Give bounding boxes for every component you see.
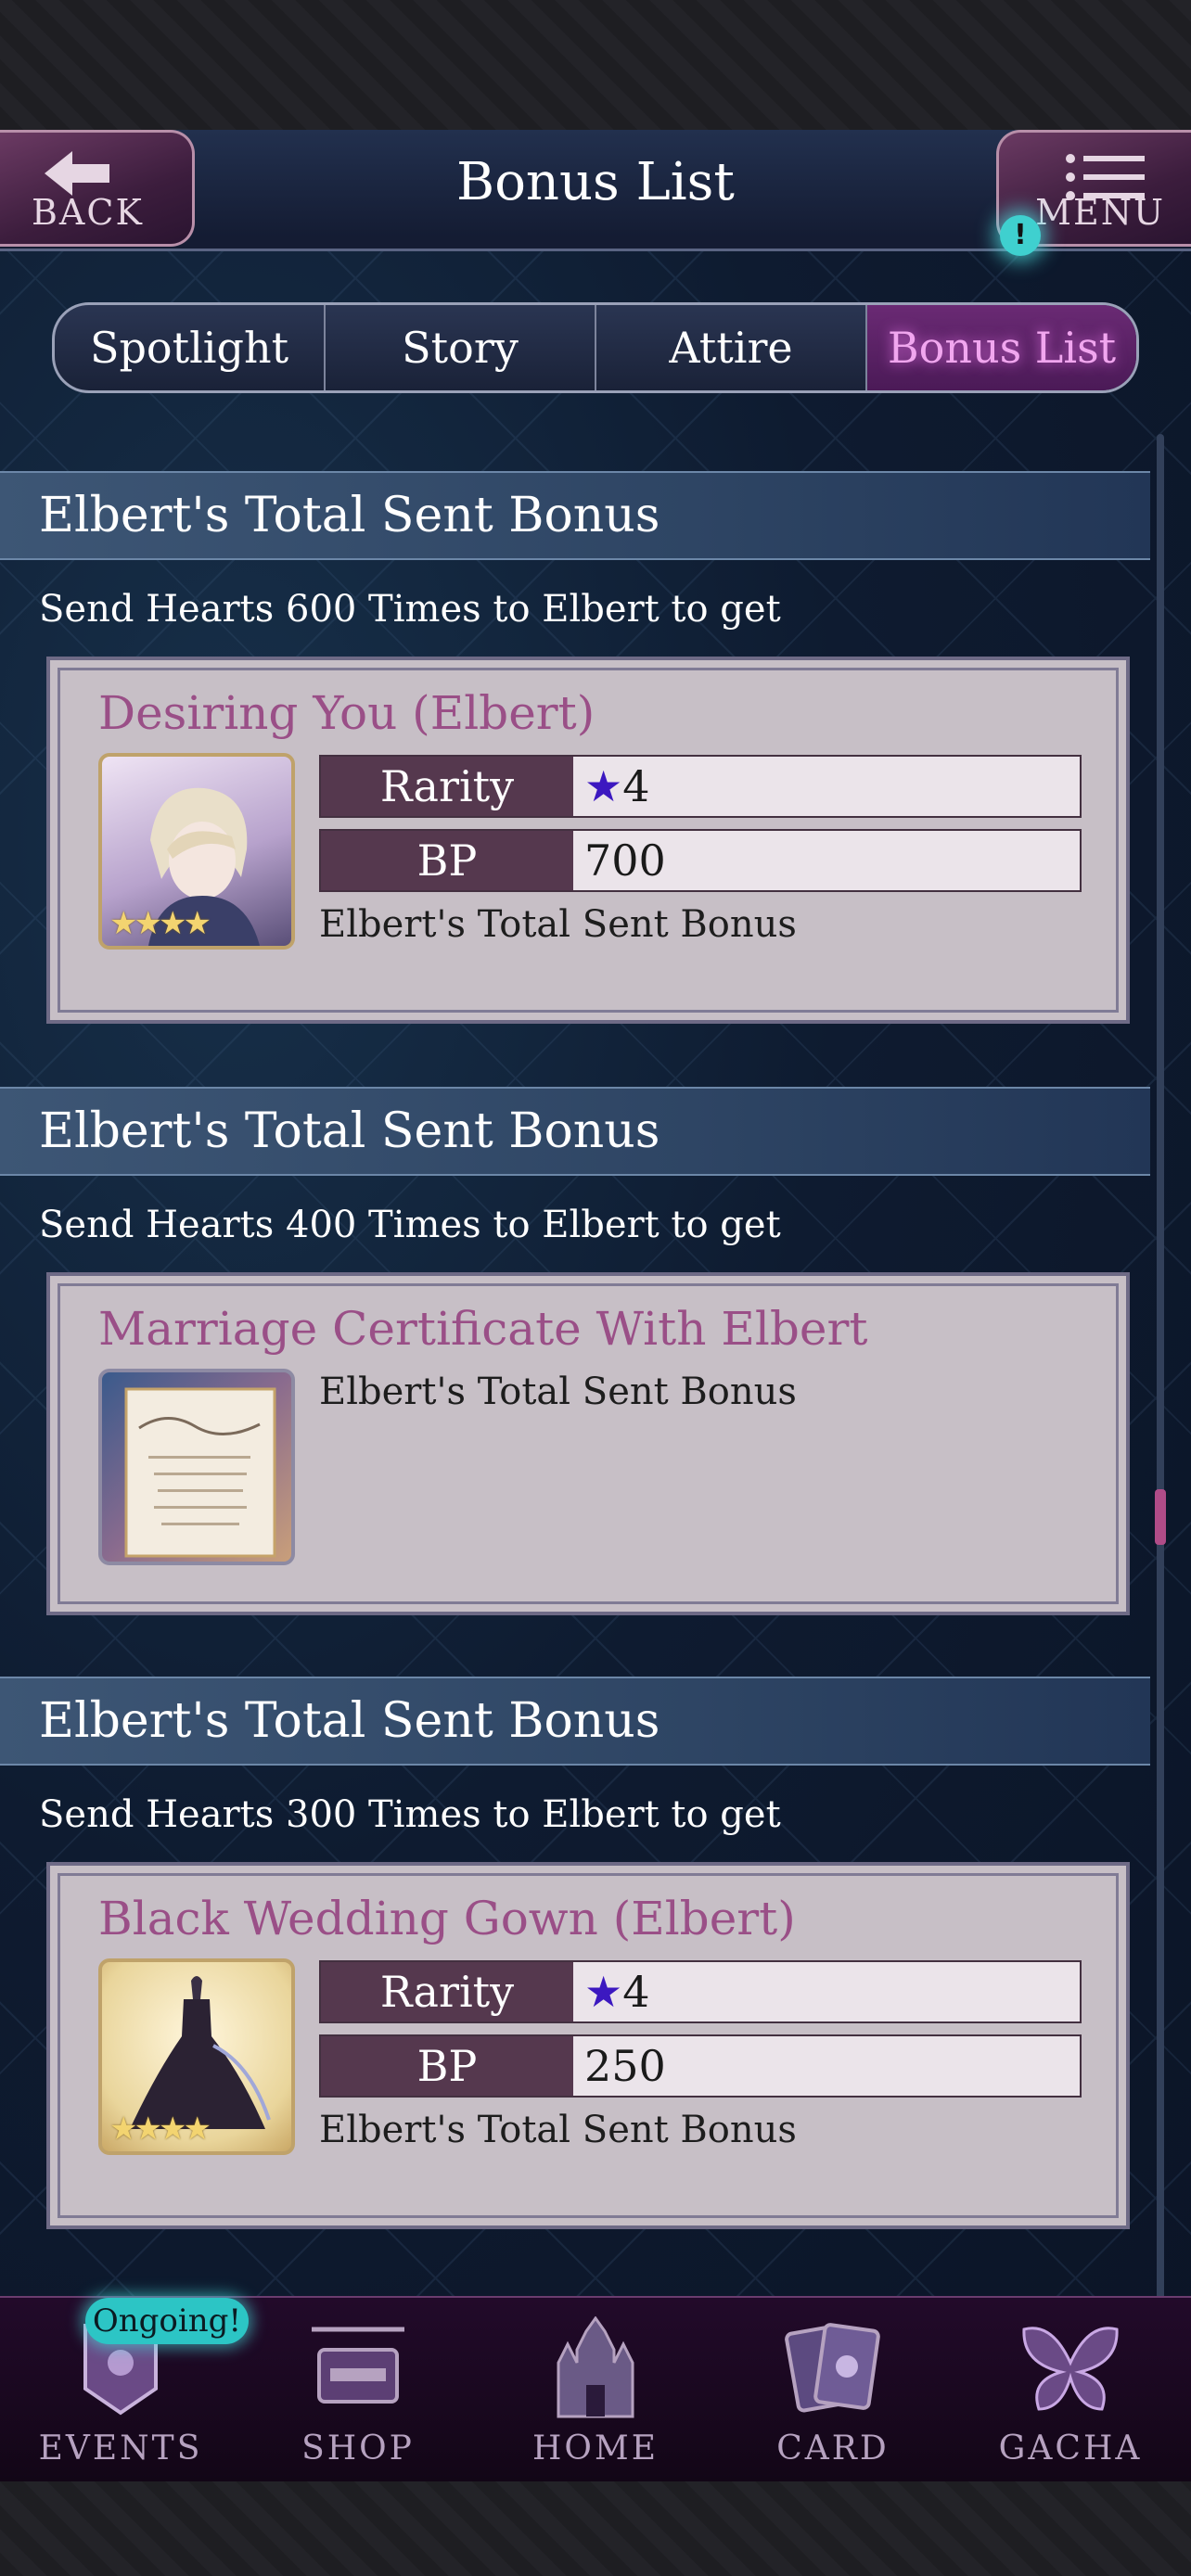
bp-label: BP (321, 2036, 573, 2096)
section-subtitle: Send Hearts 400 Times to Elbert to get (39, 1204, 781, 1246)
menu-notification-badge: ! (1000, 215, 1041, 256)
bonus-description: Elbert's Total Sent Bonus (319, 2109, 797, 2151)
section-header: Elbert's Total Sent Bonus (0, 471, 1150, 560)
rarity-value: ★4 (573, 757, 1080, 816)
section-subtitle: Send Hearts 300 Times to Elbert to get (39, 1793, 781, 1836)
reward-name: Black Wedding Gown (Elbert) (98, 1892, 796, 1945)
card-icon (785, 2323, 880, 2413)
section-title: Elbert's Total Sent Bonus (39, 488, 660, 543)
rarity-row: Rarity ★4 (319, 1960, 1082, 2023)
tab-story[interactable]: Story (326, 305, 596, 390)
menu-label: MENU (1035, 192, 1165, 233)
reward-card-image: ★★★★ (98, 1958, 295, 2155)
rarity-label: Rarity (321, 1962, 573, 2021)
castle-icon (557, 2316, 634, 2418)
rarity-label: Rarity (321, 757, 573, 816)
certificate-illustration (124, 1387, 276, 1558)
reward-item-image (98, 1369, 295, 1565)
status-bar-area (0, 0, 1191, 130)
tab-spotlight[interactable]: Spotlight (55, 305, 326, 390)
bp-value: 250 (573, 2036, 1080, 2096)
section-header: Elbert's Total Sent Bonus (0, 1677, 1150, 1766)
scrollbar-thumb[interactable] (1155, 1489, 1166, 1545)
bp-value: 700 (573, 831, 1080, 890)
nav-gacha[interactable]: GACHA (952, 2298, 1189, 2481)
section-subtitle: Send Hearts 600 Times to Elbert to get (39, 588, 781, 631)
nav-shop[interactable]: SHOP (239, 2298, 477, 2481)
rarity-star-icon: ★ (584, 761, 623, 811)
section-title: Elbert's Total Sent Bonus (39, 1103, 660, 1159)
bp-row: BP 700 (319, 829, 1082, 892)
nav-card[interactable]: CARD (714, 2298, 952, 2481)
rarity-stars: ★★★★ (109, 905, 211, 942)
ongoing-badge: Ongoing! (85, 2298, 249, 2344)
reward-card[interactable]: Black Wedding Gown (Elbert) ★★★★ Rarity … (46, 1862, 1130, 2229)
butterfly-icon (1022, 2327, 1119, 2411)
rarity-value: ★4 (573, 1962, 1080, 2021)
rarity-stars: ★★★★ (109, 2111, 211, 2148)
tab-bonus-list[interactable]: Bonus List (867, 305, 1136, 390)
scrollbar[interactable] (1157, 434, 1164, 2398)
reward-name: Marriage Certificate With Elbert (98, 1302, 868, 1356)
bonus-description: Elbert's Total Sent Bonus (319, 1371, 797, 1413)
nav-home[interactable]: HOME (477, 2298, 714, 2481)
bp-label: BP (321, 831, 573, 890)
section-title: Elbert's Total Sent Bonus (39, 1693, 660, 1749)
section-header: Elbert's Total Sent Bonus (0, 1087, 1150, 1176)
reward-name: Desiring You (Elbert) (98, 686, 596, 740)
reward-card[interactable]: Marriage Certificate With Elbert Elbert'… (46, 1272, 1130, 1615)
shop-icon (312, 2327, 404, 2404)
tab-bar: Spotlight Story Attire Bonus List (52, 302, 1139, 393)
rarity-row: Rarity ★4 (319, 755, 1082, 818)
home-indicator-area (0, 2481, 1191, 2576)
bp-row: BP 250 (319, 2034, 1082, 2098)
rarity-star-icon: ★ (584, 1967, 623, 2017)
reward-card[interactable]: Desiring You (Elbert) ★★★★ Rarity ★4 BP … (46, 657, 1130, 1024)
tab-attire[interactable]: Attire (596, 305, 867, 390)
bonus-description: Elbert's Total Sent Bonus (319, 903, 797, 946)
app-screen: BACK Bonus List MENU ! Spotlight Story A… (0, 130, 1191, 2481)
reward-card-image: ★★★★ (98, 753, 295, 950)
